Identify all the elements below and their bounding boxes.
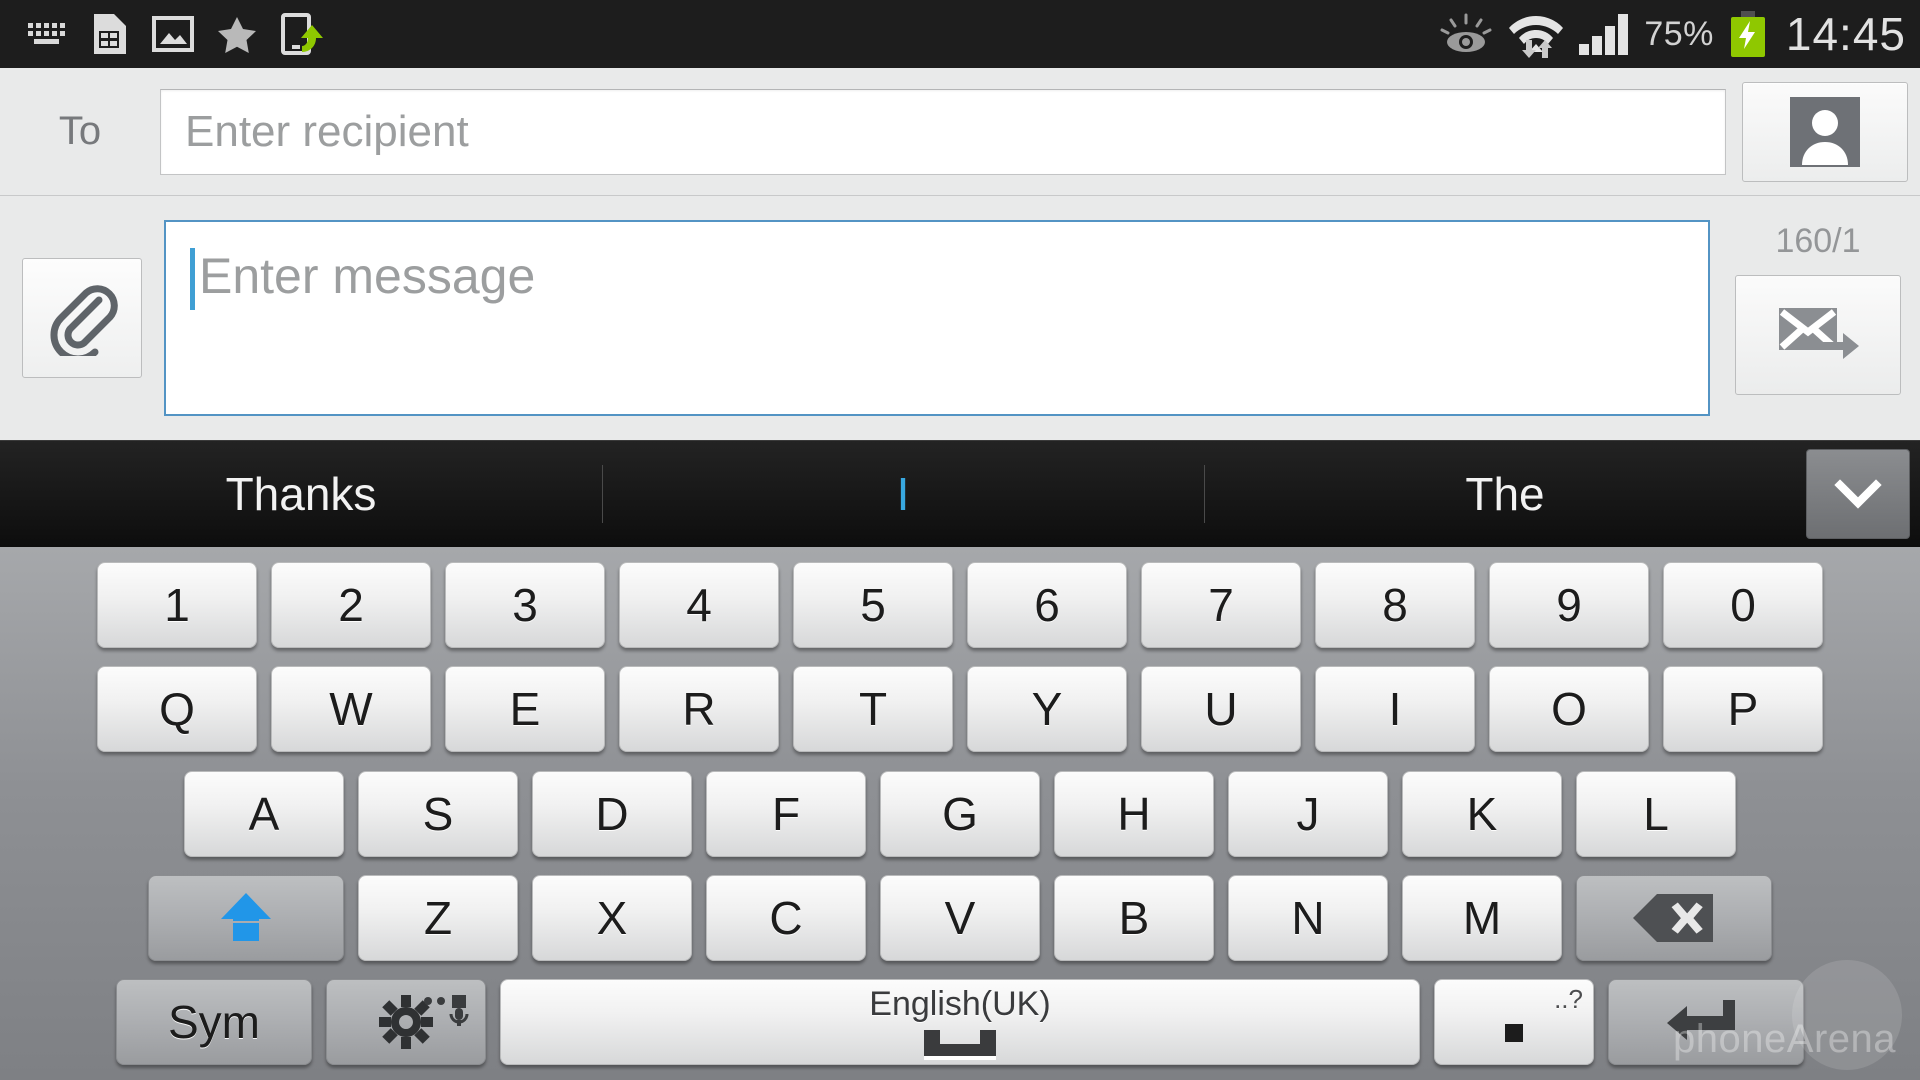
key-m[interactable]: M bbox=[1402, 874, 1562, 961]
paperclip-icon bbox=[50, 285, 118, 356]
shift-key[interactable] bbox=[148, 874, 344, 961]
suggestion-item-0[interactable]: Thanks bbox=[0, 441, 602, 547]
backspace-icon bbox=[1633, 893, 1713, 942]
to-label: To bbox=[58, 109, 102, 153]
key-o[interactable]: O bbox=[1489, 666, 1649, 753]
message-input[interactable]: Enter message bbox=[164, 220, 1710, 416]
status-bar: 75% 14:45 bbox=[0, 0, 1920, 68]
key-k[interactable]: K bbox=[1402, 770, 1562, 857]
smart-stay-eye-icon bbox=[1440, 13, 1492, 52]
key-h[interactable]: H bbox=[1054, 770, 1214, 857]
key-8[interactable]: 8 bbox=[1315, 562, 1475, 648]
shift-arrow-icon bbox=[221, 892, 271, 941]
star-icon bbox=[218, 17, 256, 53]
key-f[interactable]: F bbox=[706, 770, 866, 857]
send-button[interactable] bbox=[1735, 275, 1901, 395]
key-e[interactable]: E bbox=[445, 666, 605, 753]
sim-card-icon bbox=[94, 14, 126, 54]
key-5[interactable]: 5 bbox=[793, 562, 953, 648]
key-n[interactable]: N bbox=[1228, 874, 1388, 961]
key-t[interactable]: T bbox=[793, 666, 953, 753]
key-b[interactable]: B bbox=[1054, 874, 1214, 961]
image-icon bbox=[152, 16, 194, 52]
chevron-down-icon bbox=[1834, 479, 1882, 509]
key-2[interactable]: 2 bbox=[271, 562, 431, 648]
backspace-key[interactable] bbox=[1576, 874, 1772, 961]
message-actions: 160/1 bbox=[1728, 220, 1908, 416]
expand-suggestions-button[interactable] bbox=[1806, 449, 1910, 539]
on-screen-keyboard: 1 2 3 4 5 6 7 8 9 0 Q W E R T Y U I O P … bbox=[0, 547, 1920, 1080]
period-key[interactable]: ..? bbox=[1434, 979, 1594, 1065]
key-q[interactable]: Q bbox=[97, 666, 257, 753]
send-message-icon bbox=[1779, 308, 1859, 359]
key-7[interactable]: 7 bbox=[1141, 562, 1301, 648]
phone-screen: 75% 14:45 To Enter recipient Enter messa… bbox=[0, 0, 1920, 1080]
suggestion-bar: Thanks I The bbox=[0, 440, 1920, 547]
add-contact-button[interactable] bbox=[1742, 81, 1908, 182]
suggestion-item-1[interactable]: I bbox=[602, 441, 1204, 547]
keyboard-row-bottom: Z X C V B N M bbox=[8, 870, 1912, 966]
key-r[interactable]: R bbox=[619, 666, 779, 753]
key-0[interactable]: 0 bbox=[1663, 562, 1823, 648]
keyboard-row-top: Q W E R T Y U I O P bbox=[8, 661, 1912, 757]
keyboard-row-home: A S D F G H J K L bbox=[8, 766, 1912, 862]
text-caret bbox=[190, 248, 195, 310]
message-placeholder: Enter message bbox=[199, 248, 536, 304]
contact-person-icon bbox=[1790, 96, 1860, 167]
settings-key[interactable] bbox=[326, 979, 486, 1065]
key-j[interactable]: J bbox=[1228, 770, 1388, 857]
key-i[interactable]: I bbox=[1315, 666, 1475, 753]
key-x[interactable]: X bbox=[532, 874, 692, 961]
status-bar-notification-icons bbox=[26, 12, 326, 56]
enter-return-icon bbox=[1667, 1000, 1735, 1040]
keyboard-row-space: Sym English(UK) ..? bbox=[8, 974, 1912, 1070]
key-s[interactable]: S bbox=[358, 770, 518, 857]
enter-key[interactable] bbox=[1608, 979, 1804, 1065]
key-v[interactable]: V bbox=[880, 874, 1040, 961]
key-u[interactable]: U bbox=[1141, 666, 1301, 753]
space-key[interactable]: English(UK) bbox=[500, 979, 1420, 1065]
microphone-icon bbox=[422, 985, 478, 1039]
battery-percent-label: 75% bbox=[1644, 14, 1714, 53]
key-w[interactable]: W bbox=[271, 666, 431, 753]
key-l[interactable]: L bbox=[1576, 770, 1736, 857]
keyboard-icon bbox=[28, 23, 65, 44]
suggestion-item-2[interactable]: The bbox=[1204, 441, 1806, 547]
status-bar-clock: 14:45 bbox=[1785, 8, 1906, 60]
key-y[interactable]: Y bbox=[967, 666, 1127, 753]
key-g[interactable]: G bbox=[880, 770, 1040, 857]
key-d[interactable]: D bbox=[532, 770, 692, 857]
keyboard-language-label: English(UK) bbox=[869, 984, 1051, 1023]
wifi-icon bbox=[1509, 16, 1564, 58]
space-icon bbox=[924, 1029, 996, 1060]
message-row: Enter message 160/1 bbox=[0, 196, 1920, 440]
key-4[interactable]: 4 bbox=[619, 562, 779, 648]
key-1[interactable]: 1 bbox=[97, 562, 257, 648]
recipient-input[interactable]: Enter recipient bbox=[160, 88, 1726, 175]
key-p[interactable]: P bbox=[1663, 666, 1823, 753]
key-3[interactable]: 3 bbox=[445, 562, 605, 648]
recipient-placeholder: Enter recipient bbox=[185, 106, 469, 156]
attach-button[interactable] bbox=[22, 258, 142, 378]
key-a[interactable]: A bbox=[184, 770, 344, 857]
keyboard-row-numbers: 1 2 3 4 5 6 7 8 9 0 bbox=[8, 557, 1912, 653]
key-6[interactable]: 6 bbox=[967, 562, 1127, 648]
screen-share-icon bbox=[281, 13, 323, 55]
period-glyph bbox=[1505, 1024, 1523, 1042]
character-counter: 160/1 bbox=[1775, 222, 1861, 260]
recipient-row: To Enter recipient bbox=[0, 68, 1920, 196]
key-9[interactable]: 9 bbox=[1489, 562, 1649, 648]
symbols-key[interactable]: Sym bbox=[116, 979, 312, 1065]
status-bar-system-icons: 75% 14:45 bbox=[1438, 7, 1906, 61]
signal-bars-icon bbox=[1579, 14, 1629, 55]
key-c[interactable]: C bbox=[706, 874, 866, 961]
battery-charging-icon bbox=[1730, 11, 1765, 57]
period-key-hint: ..? bbox=[1554, 984, 1583, 1014]
key-z[interactable]: Z bbox=[358, 874, 518, 961]
